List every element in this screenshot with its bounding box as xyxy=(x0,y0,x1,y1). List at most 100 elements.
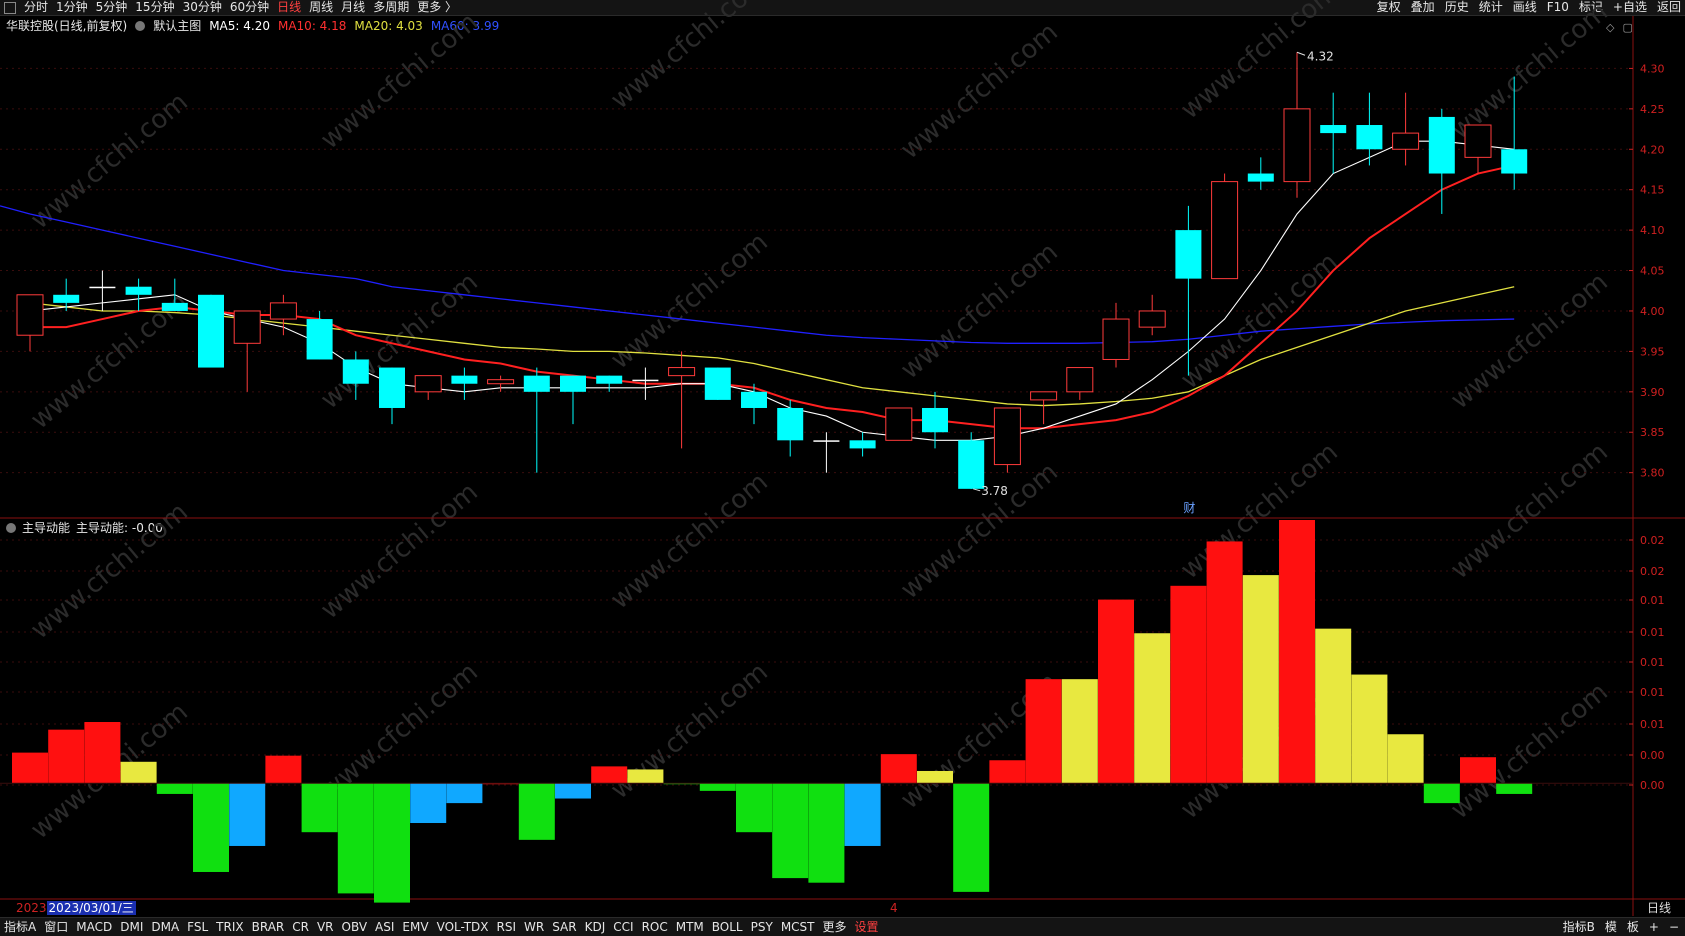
indicator-tab-12[interactable]: EMV xyxy=(402,919,428,935)
candle-body xyxy=(1283,108,1311,183)
period-tab-1[interactable]: 1分钟 xyxy=(56,0,88,15)
indicator-tab-6[interactable]: TRIX xyxy=(216,919,243,935)
toolbar-button-4[interactable]: 画线 xyxy=(1513,0,1537,15)
candle-body xyxy=(596,375,623,384)
indicator-tab-25[interactable]: 设置 xyxy=(855,919,879,935)
window-menu-icon[interactable] xyxy=(4,2,16,14)
indicator-tab-2[interactable]: MACD xyxy=(76,919,112,935)
toolbar-button-1[interactable]: 叠加 xyxy=(1411,0,1435,15)
bottom-button-4[interactable]: − xyxy=(1669,919,1679,935)
indicator-tab-4[interactable]: DMA xyxy=(151,919,179,935)
indicator-tab-7[interactable]: BRAR xyxy=(252,919,285,935)
momentum-bar xyxy=(1279,520,1315,784)
momentum-bar xyxy=(917,770,953,784)
indicator-tab-15[interactable]: WR xyxy=(524,919,544,935)
indicator-tab-23[interactable]: MCST xyxy=(781,919,815,935)
year-label: 2023 xyxy=(16,901,47,915)
candle-body xyxy=(523,375,550,392)
candle-body xyxy=(451,375,478,384)
indicator-tab-22[interactable]: PSY xyxy=(751,919,773,935)
toolbar-button-5[interactable]: F10 xyxy=(1547,0,1569,15)
bottom-button-2[interactable]: 板 xyxy=(1627,919,1639,935)
momentum-bar xyxy=(1134,633,1171,784)
settings-icon[interactable] xyxy=(6,523,16,533)
square-icon[interactable]: ▢ xyxy=(1622,21,1632,34)
price-tick-label: 4.20 xyxy=(1640,143,1665,156)
momentum-bar xyxy=(627,769,664,784)
toolbar-button-8[interactable]: 返回 xyxy=(1657,0,1681,15)
watermark-text: www.cfchi.com xyxy=(1445,0,1614,145)
watermark-text: www.cfchi.com xyxy=(1175,677,1344,825)
toolbar-actions: 复权 叠加 历史 统计 画线 F10 标记 +自选 返回 xyxy=(1377,0,1681,15)
momentum-bar xyxy=(1460,757,1496,784)
indicator-tab-11[interactable]: ASI xyxy=(375,919,394,935)
candle-body xyxy=(1501,149,1528,174)
indicator-tab-18[interactable]: CCI xyxy=(613,919,633,935)
momentum-bar xyxy=(1496,783,1533,794)
indicator-name[interactable]: 主导动能 xyxy=(22,521,70,535)
indicator-tick-label: 0.01 xyxy=(1640,626,1665,639)
period-tab-7[interactable]: 周线 xyxy=(309,0,333,15)
bottom-button-3[interactable]: + xyxy=(1649,919,1659,935)
period-tab-6[interactable]: 日线 xyxy=(277,0,301,15)
indicator-tab-17[interactable]: KDJ xyxy=(585,919,606,935)
ma5-label: MA5: 4.20 xyxy=(209,19,270,33)
momentum-bar xyxy=(1170,585,1207,784)
bottom-button-1[interactable]: 模 xyxy=(1605,919,1617,935)
watermark-text: www.cfchi.com xyxy=(1175,247,1344,395)
momentum-bar xyxy=(772,783,809,879)
indicator-tab-20[interactable]: MTM xyxy=(676,919,704,935)
period-tab-9[interactable]: 多周期 xyxy=(373,0,409,15)
candle-body xyxy=(53,294,80,303)
candle-body xyxy=(89,286,116,289)
candle-body xyxy=(487,379,515,385)
period-tab-10[interactable]: 更多 〉 xyxy=(417,0,457,15)
period-tab-0[interactable]: 分时 xyxy=(24,0,48,15)
toolbar-button-3[interactable]: 统计 xyxy=(1479,0,1503,15)
candle-body xyxy=(741,391,767,408)
indicator-tab-8[interactable]: CR xyxy=(292,919,309,935)
toolbar-button-0[interactable]: 复权 xyxy=(1377,0,1401,15)
period-tab-5[interactable]: 60分钟 xyxy=(230,0,269,15)
indicator-tab-24[interactable]: 更多 xyxy=(823,919,847,935)
indicator-tab-13[interactable]: VOL-TDX xyxy=(437,919,489,935)
momentum-bar xyxy=(1025,679,1062,784)
price-tick-label: 4.25 xyxy=(1640,103,1665,116)
indicator-tick-label: 0.00 xyxy=(1640,779,1665,792)
low-price-label: 3.78 xyxy=(981,484,1008,498)
momentum-bar xyxy=(265,755,302,784)
watermark-text: www.cfchi.com xyxy=(605,467,774,615)
toolbar-button-2[interactable]: 历史 xyxy=(1445,0,1469,15)
period-tab-2[interactable]: 5分钟 xyxy=(96,0,128,15)
period-tab-8[interactable]: 月线 xyxy=(341,0,365,15)
diamond-icon[interactable]: ◇ xyxy=(1606,21,1614,34)
settings-icon[interactable] xyxy=(135,21,146,31)
toolbar-button-6[interactable]: 标记 xyxy=(1579,0,1603,15)
momentum-bar xyxy=(880,754,917,784)
momentum-bar xyxy=(374,783,410,903)
bottom-button-0[interactable]: 指标B xyxy=(1563,919,1595,935)
watermark-text: www.cfchi.com xyxy=(315,267,484,415)
period-tab-4[interactable]: 30分钟 xyxy=(183,0,222,15)
indicator-tab-0[interactable]: 指标A xyxy=(4,919,36,935)
chart-name[interactable]: 默认主图 xyxy=(153,19,201,33)
indicator-tab-5[interactable]: FSL xyxy=(187,919,208,935)
indicator-tab-16[interactable]: SAR xyxy=(552,919,576,935)
candle-body xyxy=(198,294,224,368)
indicator-tab-14[interactable]: RSI xyxy=(497,919,517,935)
indicator-tab-10[interactable]: OBV xyxy=(342,919,368,935)
momentum-bar xyxy=(301,783,338,833)
momentum-bar xyxy=(1387,734,1424,784)
price-tick-label: 4.30 xyxy=(1640,62,1665,75)
indicator-tab-3[interactable]: DMI xyxy=(120,919,143,935)
indicator-tab-21[interactable]: BOLL xyxy=(712,919,743,935)
momentum-bar xyxy=(84,722,121,784)
period-tab-3[interactable]: 15分钟 xyxy=(135,0,174,15)
low-price-pointer xyxy=(973,488,981,492)
indicator-tab-1[interactable]: 窗口 xyxy=(44,919,68,935)
candle-body xyxy=(1175,230,1202,279)
indicator-tab-19[interactable]: ROC xyxy=(642,919,668,935)
watermark-text: www.cfchi.com xyxy=(1175,0,1344,125)
toolbar-button-7[interactable]: +自选 xyxy=(1613,0,1647,15)
indicator-tab-9[interactable]: VR xyxy=(317,919,334,935)
